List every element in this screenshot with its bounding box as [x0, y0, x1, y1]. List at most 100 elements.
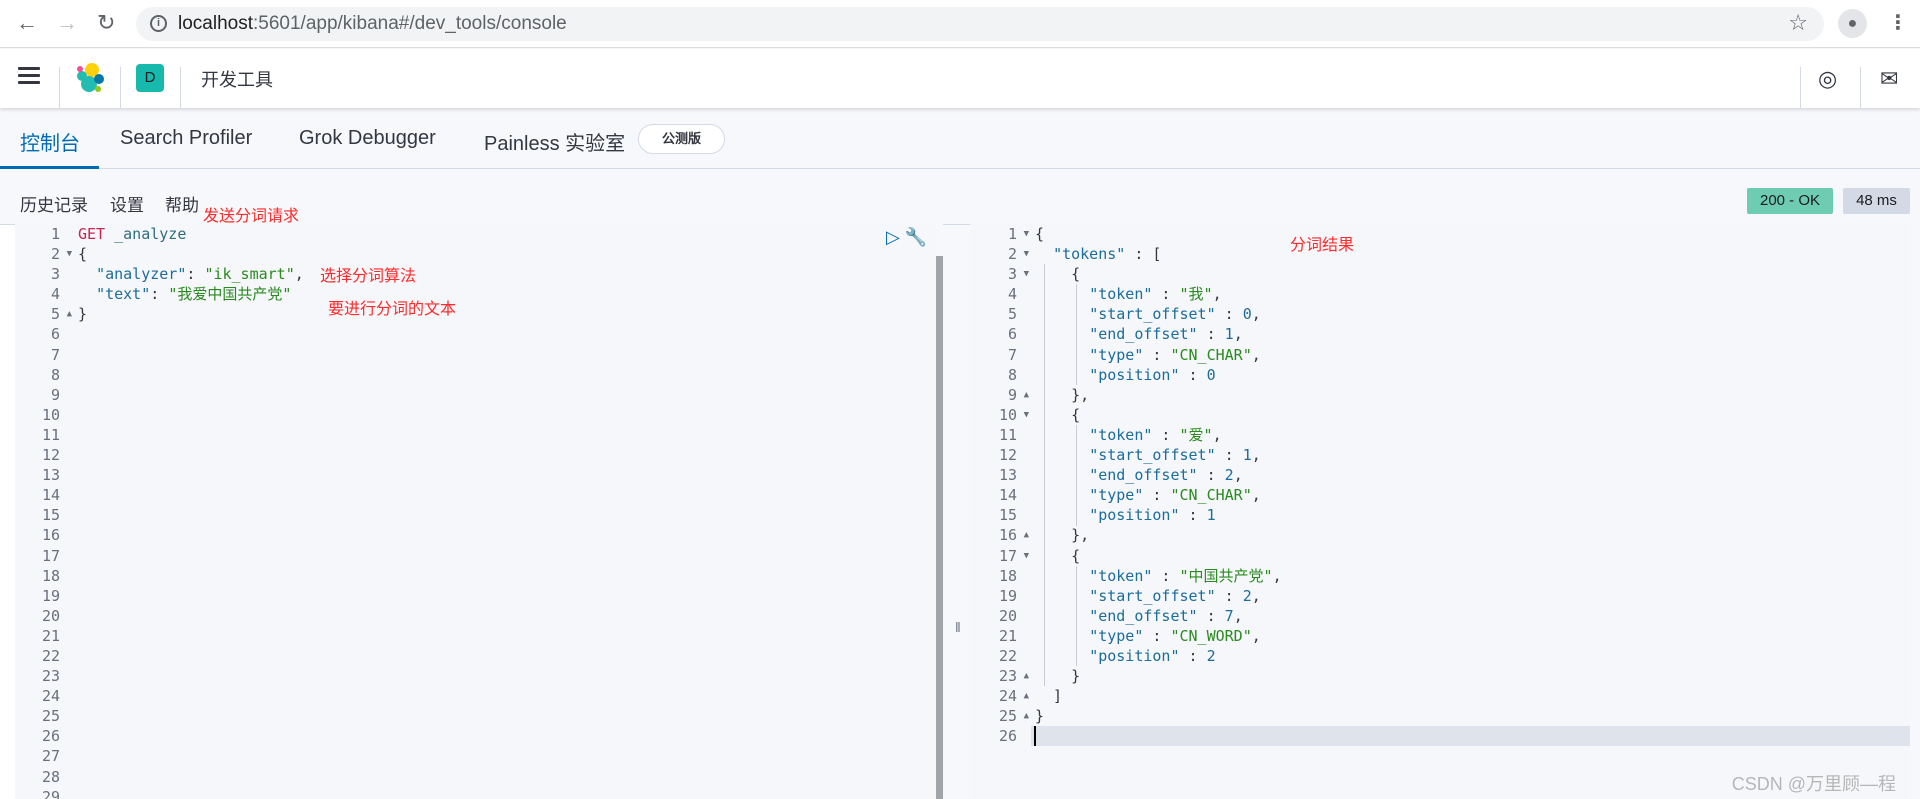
help-icon[interactable]: ◎ [1818, 66, 1837, 92]
code-line[interactable]: }, [1031, 385, 1910, 405]
code-area[interactable]: GET _analyze{ "analyzer": "ik_smart", "t… [74, 224, 936, 799]
code-line[interactable]: } [74, 304, 936, 324]
code-line[interactable] [74, 666, 936, 686]
code-line[interactable]: "token" : "我", [1031, 284, 1910, 304]
back-icon[interactable]: ← [16, 10, 38, 36]
elastic-logo[interactable] [74, 62, 106, 94]
request-editor[interactable]: 1 2 ▼ 3 4 5 ▲ 6 7 8 9 10 11 12 13 14 15 16 17 18 19 20 21 22 23 2… [15, 224, 936, 799]
code-line[interactable] [74, 566, 936, 586]
fold-expand-icon[interactable]: ▲ [1024, 686, 1029, 706]
code-line[interactable]: ] [1031, 686, 1910, 706]
code-line[interactable]: "end_offset" : 2, [1031, 465, 1910, 485]
code-line[interactable]: "token" : "中国共产党", [1031, 566, 1910, 586]
code-line[interactable]: }, [1031, 525, 1910, 545]
fold-expand-icon[interactable]: ▲ [1024, 525, 1029, 545]
fold-collapse-icon[interactable]: ▼ [1024, 405, 1029, 425]
url-path: :5601/app/kibana#/dev_tools/console [253, 13, 567, 34]
code-line[interactable]: "analyzer": "ik_smart", [74, 264, 936, 284]
info-icon[interactable]: i [150, 15, 167, 32]
code-line[interactable] [74, 345, 936, 365]
fold-collapse-icon[interactable]: ▼ [67, 244, 72, 264]
fold-collapse-icon[interactable]: ▼ [1024, 224, 1029, 244]
code-line[interactable]: "position" : 0 [1031, 365, 1910, 385]
code-line[interactable]: "type" : "CN_CHAR", [1031, 485, 1910, 505]
code-line[interactable]: { [1031, 546, 1910, 566]
code-line[interactable] [74, 706, 936, 726]
code-line[interactable]: { [74, 244, 936, 264]
response-editor[interactable]: 1 ▼ 2 ▼ 3 ▼ 4 5 6 7 8 9 ▲ 10 ▼ 11 12 13 14 15 16 ▲ 17 ▼ 18 19 20 21… [970, 224, 1910, 799]
code-line[interactable]: { [1031, 264, 1910, 284]
code-line[interactable] [74, 425, 936, 445]
resize-handle-icon[interactable]: ‖ [955, 619, 961, 635]
profile-icon[interactable]: ● [1838, 9, 1867, 38]
mail-icon[interactable]: ✉ [1880, 66, 1898, 92]
code-area[interactable]: { "tokens" : [ { "token" : "我", "start_o… [1031, 224, 1910, 799]
fold-expand-icon[interactable]: ▲ [67, 304, 72, 324]
code-line[interactable] [74, 686, 936, 706]
code-line[interactable]: } [1031, 706, 1910, 726]
code-line[interactable]: "start_offset" : 2, [1031, 586, 1910, 606]
pane-divider[interactable]: ‖ [943, 224, 970, 799]
kebab-menu-icon[interactable]: ⋮ [1888, 10, 1908, 35]
tab-grok-debugger[interactable]: Grok Debugger [299, 127, 436, 150]
code-line[interactable]: "position" : 2 [1031, 646, 1910, 666]
line-number: 26 [41, 727, 60, 746]
code-line[interactable] [74, 405, 936, 425]
tab-console[interactable]: 控制台 [20, 127, 80, 156]
fold-expand-icon[interactable]: ▲ [1024, 706, 1029, 726]
code-line[interactable] [74, 465, 936, 485]
forward-icon[interactable]: → [56, 10, 78, 36]
code-line[interactable]: "start_offset" : 1, [1031, 445, 1910, 465]
code-line[interactable] [74, 505, 936, 525]
settings-button[interactable]: 设置 [110, 191, 144, 216]
code-line[interactable]: { [1031, 224, 1910, 244]
code-line[interactable]: GET _analyze [74, 224, 936, 244]
code-line[interactable]: "position" : 1 [1031, 505, 1910, 525]
code-line[interactable] [74, 546, 936, 566]
reload-icon[interactable]: ↻ [97, 10, 115, 36]
code-line[interactable]: "end_offset" : 1, [1031, 324, 1910, 344]
code-line[interactable] [74, 787, 936, 799]
code-line[interactable] [74, 385, 936, 405]
code-line[interactable]: "start_offset" : 0, [1031, 304, 1910, 324]
send-request-icon[interactable]: ▷ [886, 227, 900, 247]
code-line[interactable]: "token" : "爱", [1031, 425, 1910, 445]
fold-expand-icon[interactable]: ▲ [1024, 666, 1029, 686]
code-line[interactable]: "text": "我爱中国共产党" [74, 284, 936, 304]
code-line[interactable] [74, 746, 936, 766]
code-line[interactable] [74, 445, 936, 465]
code-line[interactable] [74, 365, 936, 385]
fold-collapse-icon[interactable]: ▼ [1024, 546, 1029, 566]
fold-expand-icon[interactable]: ▲ [1024, 385, 1029, 405]
code-line[interactable]: "tokens" : [ [1031, 244, 1910, 264]
code-line[interactable] [1031, 726, 1910, 747]
tab-search-profiler[interactable]: Search Profiler [120, 127, 252, 150]
url-text[interactable]: localhost:5601/app/kibana#/dev_tools/con… [178, 13, 567, 35]
code-line[interactable] [74, 586, 936, 606]
address-bar[interactable]: i localhost:5601/app/kibana#/dev_tools/c… [136, 7, 1824, 41]
wrench-icon[interactable]: 🔧 [905, 227, 927, 247]
code-line[interactable]: } [1031, 666, 1910, 686]
help-button[interactable]: 帮助 [165, 191, 199, 216]
code-line[interactable] [74, 767, 936, 787]
scrollbar[interactable] [936, 256, 943, 799]
code-line[interactable]: "type" : "CN_WORD", [1031, 626, 1910, 646]
code-line[interactable] [74, 626, 936, 646]
code-line[interactable] [74, 525, 936, 545]
code-line[interactable]: "end_offset" : 7, [1031, 606, 1910, 626]
code-line[interactable] [74, 606, 936, 626]
code-line[interactable] [74, 324, 936, 344]
tab-painless-lab[interactable]: Painless 实验室 [484, 127, 625, 156]
token-key: "analyzer" [96, 265, 187, 284]
code-line[interactable] [74, 485, 936, 505]
code-line[interactable]: "type" : "CN_CHAR", [1031, 345, 1910, 365]
menu-icon[interactable] [18, 67, 40, 85]
code-line[interactable] [74, 646, 936, 666]
fold-collapse-icon[interactable]: ▼ [1024, 264, 1029, 284]
fold-collapse-icon[interactable]: ▼ [1024, 244, 1029, 264]
code-line[interactable] [74, 726, 936, 746]
space-avatar[interactable]: D [136, 64, 164, 92]
history-button[interactable]: 历史记录 [20, 191, 88, 216]
star-icon[interactable]: ☆ [1788, 10, 1808, 36]
code-line[interactable]: { [1031, 405, 1910, 425]
